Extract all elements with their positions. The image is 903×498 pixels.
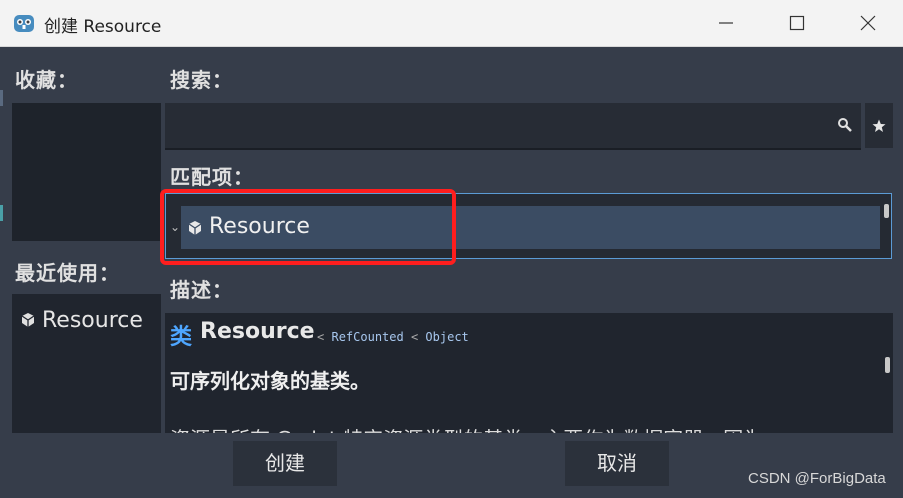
- create-resource-dialog: 创建 Resource 收藏： 最近使用： Resource 搜索： 匹配项： …: [0, 0, 903, 498]
- window-title: 创建 Resource: [44, 17, 162, 37]
- edge-marker: [0, 205, 3, 221]
- close-icon: [860, 15, 876, 31]
- inherit-link-refcounted[interactable]: RefCounted: [331, 330, 403, 344]
- search-label: 搜索：: [170, 68, 233, 92]
- description-brief: 可序列化对象的基类。: [170, 369, 370, 393]
- edge-marker: [0, 90, 3, 106]
- watermark: CSDN @ForBigData: [748, 470, 886, 487]
- list-item[interactable]: Resource: [20, 306, 143, 334]
- inherit-separator: <: [410, 330, 419, 344]
- resource-cube-icon: [21, 313, 35, 327]
- description-label: 描述：: [170, 278, 233, 302]
- description-body: 资源是所有 Godot 特定资源类型的基类，主要作为数据容器，因为: [170, 423, 763, 433]
- recent-list[interactable]: Resource: [12, 294, 161, 433]
- star-icon: [872, 119, 886, 132]
- favorites-label: 收藏：: [15, 68, 78, 92]
- favorite-toggle-button[interactable]: [865, 103, 893, 148]
- minimize-icon: [719, 22, 733, 24]
- create-button[interactable]: 创建: [233, 441, 337, 486]
- description-panel: 类 Resource < RefCounted < Object 可序列化对象的…: [165, 313, 893, 433]
- class-name[interactable]: Resource: [200, 319, 315, 344]
- scrollbar[interactable]: [884, 204, 889, 218]
- godot-logo-icon: [14, 15, 34, 32]
- inherit-separator: <: [317, 330, 325, 344]
- minimize-button[interactable]: [706, 4, 746, 42]
- inherit-link-object[interactable]: Object: [425, 330, 468, 344]
- recent-label: 最近使用：: [15, 261, 120, 285]
- class-keyword: 类: [170, 325, 193, 350]
- recent-item-label: Resource: [42, 307, 143, 333]
- search-icon: [838, 118, 852, 132]
- maximize-button[interactable]: [777, 4, 817, 42]
- maximize-icon: [789, 15, 805, 31]
- scrollbar[interactable]: [885, 357, 890, 373]
- title-bar: 创建 Resource: [0, 0, 903, 47]
- favorites-list[interactable]: [12, 103, 161, 241]
- cancel-button[interactable]: 取消: [565, 441, 669, 486]
- annotation-highlight-box: [160, 189, 456, 265]
- close-button[interactable]: [848, 4, 888, 42]
- search-input[interactable]: [165, 103, 861, 150]
- matches-label: 匹配项：: [170, 165, 254, 189]
- inheritance-chain: < RefCounted < Object: [317, 330, 469, 344]
